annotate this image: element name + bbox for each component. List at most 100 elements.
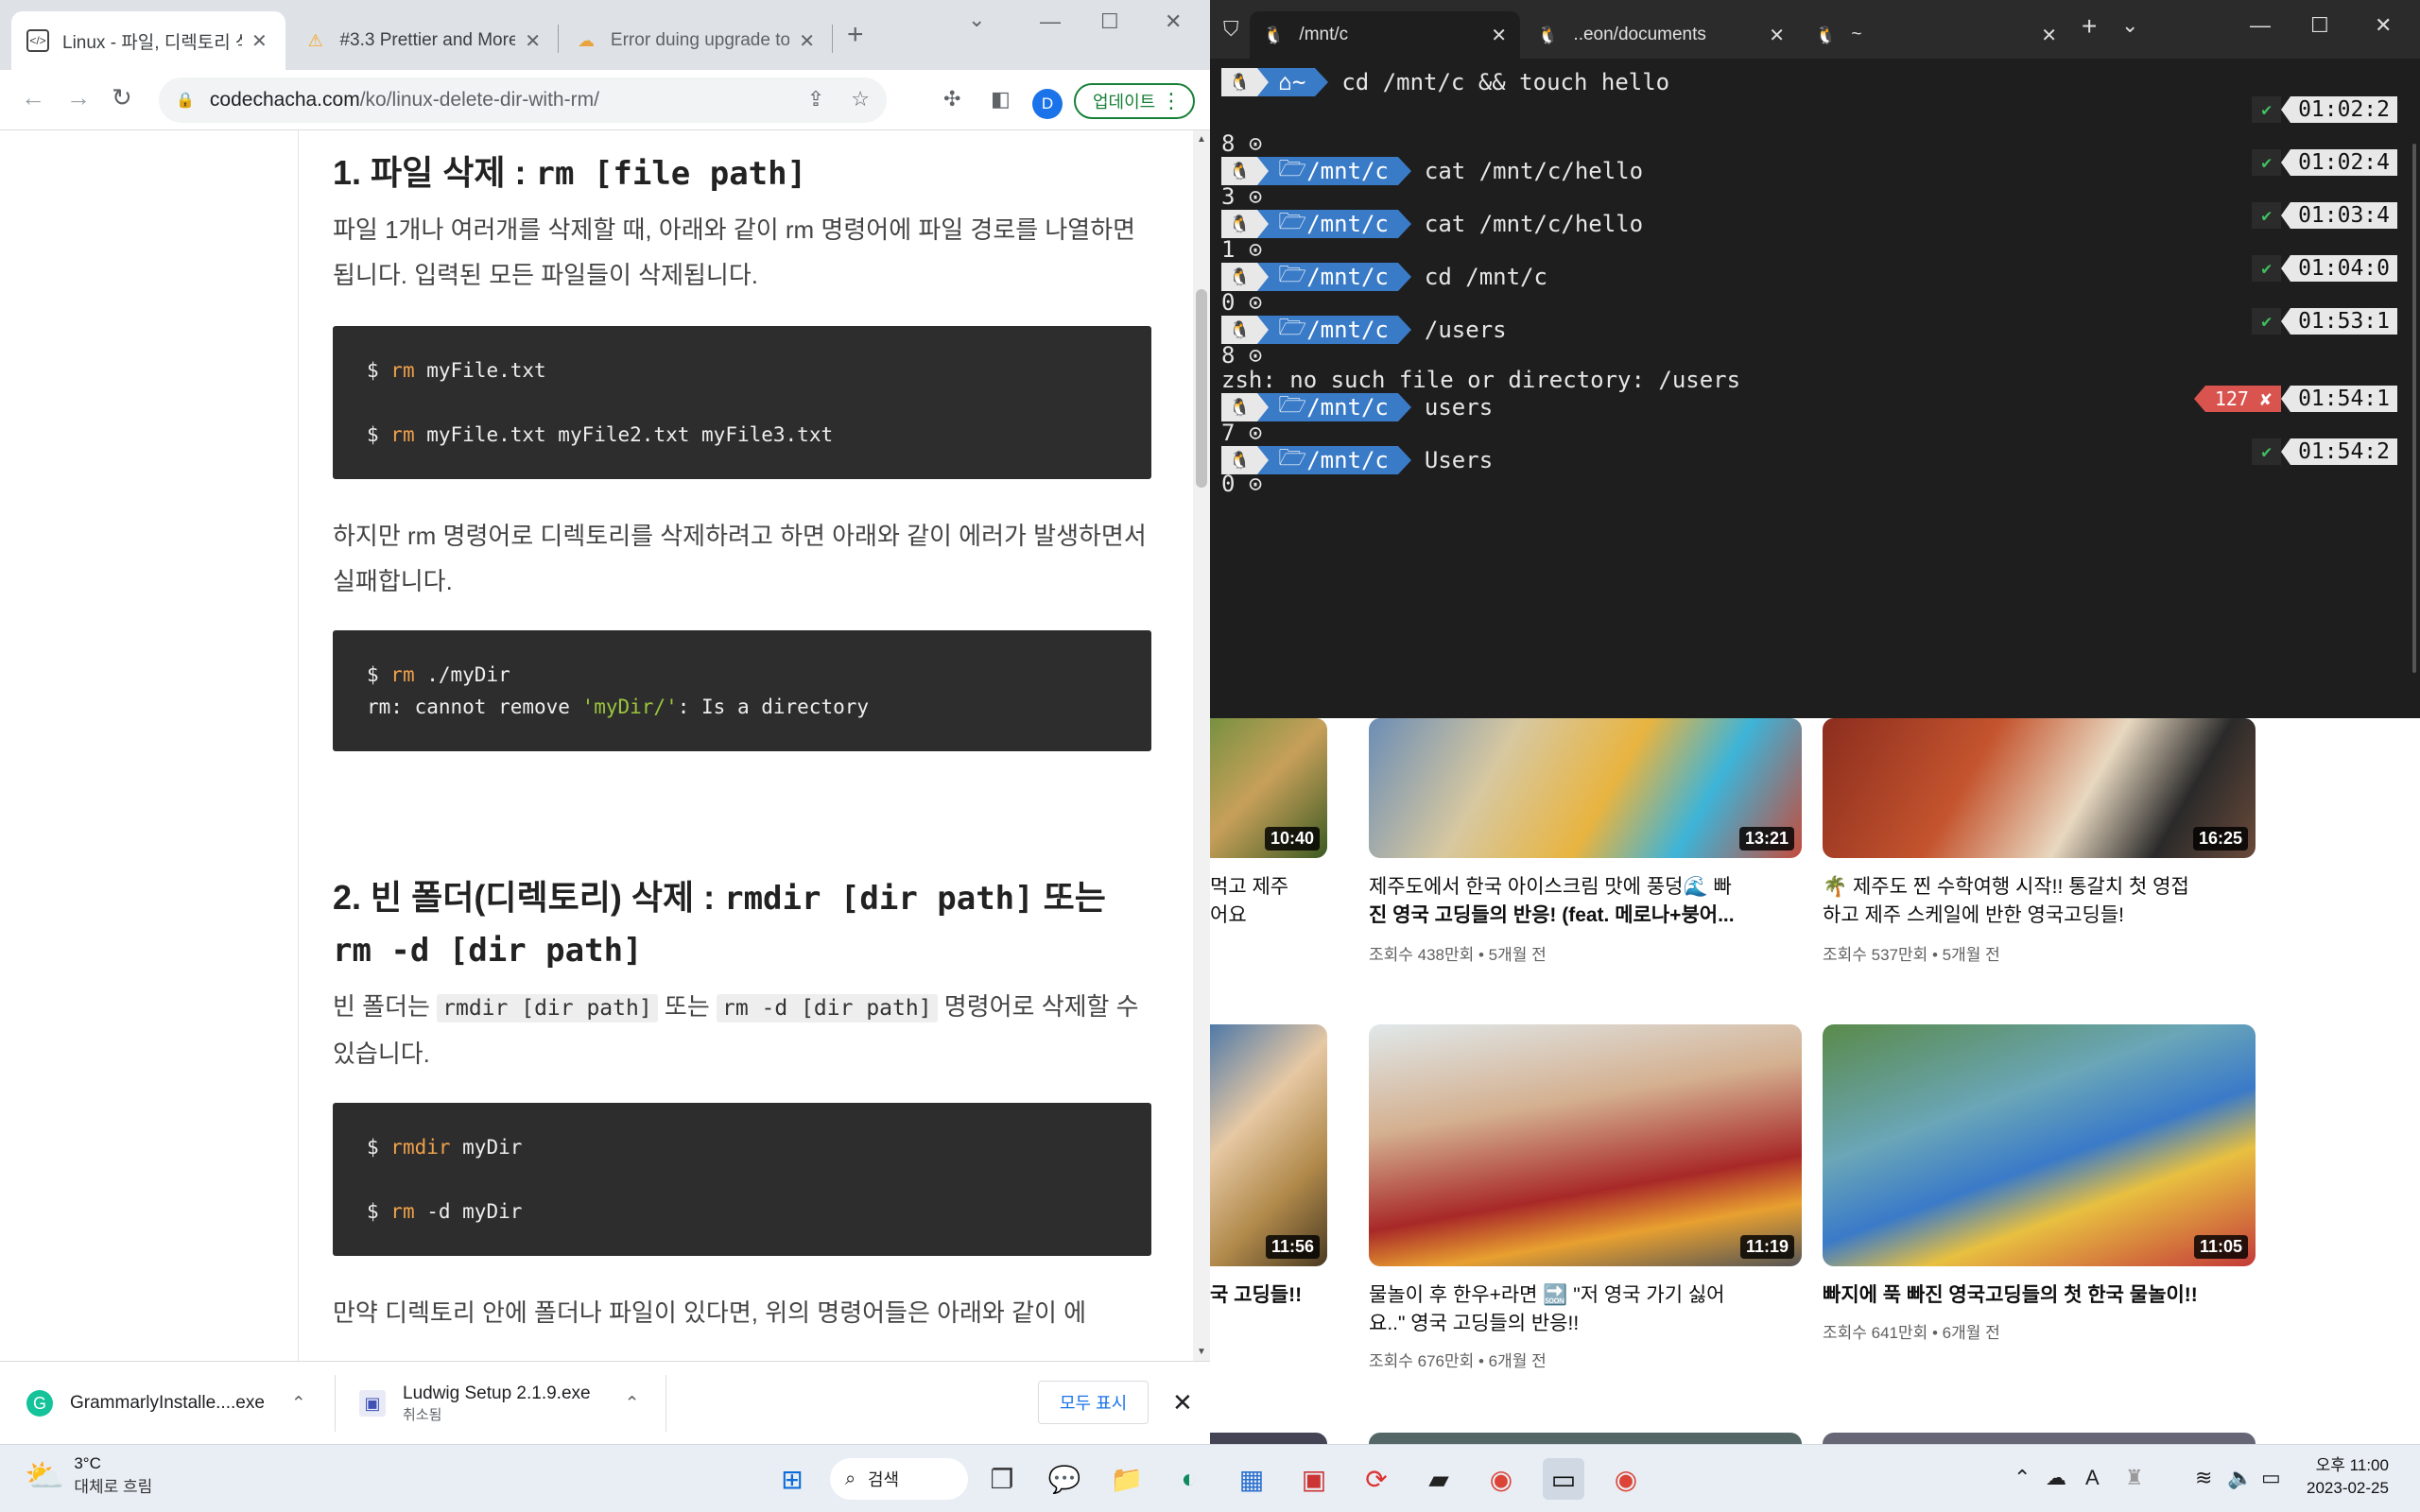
video-thumbnail[interactable]: 11:56 xyxy=(1210,1024,1327,1266)
task-view-icon[interactable]: ❐ xyxy=(981,1458,1023,1500)
linux-icon: 🐧 xyxy=(1263,25,1285,44)
download-item[interactable]: ▣ Ludwig Setup 2.1.9.exe 취소됨 ⌃ xyxy=(359,1362,662,1445)
scroll-up-icon[interactable]: ▲ xyxy=(1197,134,1206,145)
store-icon[interactable]: ▦ xyxy=(1231,1458,1272,1500)
video-title[interactable]: 먹고 제주 어요 xyxy=(1210,873,1327,930)
youtube-window: 10:40 먹고 제주 어요 13:21 제주도에서 한국 아이스크림 맛에 풍덩… xyxy=(1210,718,2420,1444)
clock-icon: ⊙ xyxy=(1248,236,1263,263)
share-icon[interactable]: ⇪ xyxy=(807,87,824,112)
chevron-up-icon[interactable]: ⌃ xyxy=(291,1393,306,1415)
notes-app-icon[interactable]: ▰ xyxy=(1418,1458,1460,1500)
new-tab-icon[interactable]: + xyxy=(847,19,864,51)
terminal-output[interactable]: 🐧 ⌂ ~ cd /mnt/c && touch hello ✔ 01:02:2 … xyxy=(1210,59,2420,718)
tab-separator xyxy=(832,25,833,53)
prompt-line: 🐧 🗁 /mnt/c /users xyxy=(1221,314,1507,344)
close-window-icon[interactable]: ✕ xyxy=(2375,13,2392,38)
chrome-profile-icon[interactable]: ◉ xyxy=(1605,1458,1647,1500)
close-tab-icon[interactable]: ✕ xyxy=(1769,24,1785,47)
exec-count-line: 8 ⊙ xyxy=(1221,342,1263,369)
video-thumbnail[interactable]: 11:19 xyxy=(1369,1024,1802,1266)
video-title[interactable]: 빠지에 푹 빠진 영국고딩들의 첫 한국 물놀이!! xyxy=(1823,1281,2267,1310)
scroll-thumb[interactable] xyxy=(1196,289,1207,488)
minimize-icon[interactable]: — xyxy=(2250,13,2271,38)
profile-avatar[interactable]: D xyxy=(1032,89,1063,119)
success-check-icon: ✔ xyxy=(2252,96,2282,123)
maximize-icon[interactable]: ☐ xyxy=(1100,9,1119,34)
video-thumbnail[interactable] xyxy=(1369,1433,1802,1444)
terminal-tab-home[interactable]: 🐧 ~ ✕ xyxy=(1802,11,2070,59)
download-item[interactable]: G GrammarlyInstalle....exe ⌃ xyxy=(26,1362,329,1445)
video-thumbnail[interactable]: 11:05 xyxy=(1823,1024,2256,1266)
close-downloads-icon[interactable]: ✕ xyxy=(1172,1388,1193,1418)
code-icon: </> xyxy=(26,29,49,52)
minimize-icon[interactable]: — xyxy=(1040,9,1061,34)
show-all-downloads-button[interactable]: 모두 표시 xyxy=(1038,1381,1150,1424)
video-thumbnail[interactable]: 16:25 xyxy=(1823,718,2256,858)
code-block: $ rmdir myDir $ rm -d myDir xyxy=(333,1103,1151,1256)
clock[interactable]: 오후 11:00 2023-02-25 xyxy=(2307,1454,2389,1500)
folder-icon: 🗁 xyxy=(1278,390,1307,418)
linux-icon: 🐧 xyxy=(1221,393,1258,421)
paragraph: 파일 1개나 여러개를 삭제할 때, 아래와 같이 rm 명령어에 파일 경로를… xyxy=(333,215,1136,289)
battery-icon[interactable]: ▭ xyxy=(2261,1466,2281,1490)
new-tab-icon[interactable]: + xyxy=(2082,11,2097,42)
maximize-icon[interactable]: ☐ xyxy=(2310,13,2329,38)
terminal-tab-documents[interactable]: 🐧 ..eon/documents ✕ xyxy=(1524,11,1798,59)
exec-count-line: 3 ⊙ xyxy=(1221,183,1263,210)
address-bar[interactable]: 🔒 codechacha.com/ko/linux-delete-dir-wit… xyxy=(159,77,887,123)
browser-tab-prettier[interactable]: ⚠ #3.3 Prettier and More ✕ xyxy=(289,11,556,70)
video-thumbnail[interactable]: 10:40 xyxy=(1210,718,1327,858)
bookmark-star-icon[interactable]: ☆ xyxy=(851,87,870,112)
taskbar-search[interactable]: ⌕ 검색 xyxy=(830,1458,968,1500)
chevron-down-icon[interactable]: ⌄ xyxy=(2121,13,2138,38)
reload-icon[interactable]: ↻ xyxy=(112,83,132,112)
close-tab-icon[interactable]: ✕ xyxy=(799,29,815,53)
right-prompt: ✔ 01:02:2 xyxy=(2252,96,2397,123)
video-title[interactable]: 국 고딩들!! xyxy=(1210,1281,1327,1310)
weather-widget[interactable]: ⛅ 3°C 대체로 흐림 xyxy=(25,1454,152,1497)
wifi-icon[interactable]: ≋ xyxy=(2195,1466,2212,1490)
close-window-icon[interactable]: ✕ xyxy=(1165,9,1182,34)
app-icon[interactable]: ▣ xyxy=(1293,1458,1335,1500)
video-thumbnail[interactable]: 13:21 xyxy=(1369,718,1802,858)
browser-tab-error[interactable]: ☁ Error duing upgrade to ✕ xyxy=(560,11,830,70)
file-explorer-icon[interactable]: 📁 xyxy=(1106,1458,1148,1500)
right-prompt: ✔ 01:53:1 xyxy=(2252,308,2397,335)
back-icon[interactable]: ← xyxy=(21,83,45,112)
edge-icon[interactable]: ◐ xyxy=(1168,1458,1210,1500)
tray-app-icon[interactable]: ♜ xyxy=(2125,1466,2144,1490)
right-prompt-error: 127 ✘ 01:54:1 xyxy=(2193,386,2397,412)
chevron-up-icon[interactable]: ⌃ xyxy=(2014,1466,2031,1490)
chat-icon[interactable]: 💬 xyxy=(1044,1458,1085,1500)
update-button[interactable]: 업데이트 ⋮ xyxy=(1074,83,1195,119)
font-icon[interactable]: A xyxy=(2085,1466,2100,1490)
video-thumbnail[interactable] xyxy=(1210,1433,1327,1444)
scroll-down-icon[interactable]: ▼ xyxy=(1197,1347,1206,1357)
heading-delete-file: 1. 파일 삭제 : rm [file path] xyxy=(333,153,807,193)
video-title[interactable]: 물놀이 후 한우+라면 🔜 "저 영국 가기 싫어 요.." 영국 고딩들의 반응… xyxy=(1369,1281,1813,1338)
paragraph: 만약 디렉토리 안에 폴더나 파일이 있다면, 위의 명령어들은 아래와 같이 … xyxy=(333,1298,1087,1327)
close-tab-icon[interactable]: ✕ xyxy=(251,29,268,53)
extensions-icon[interactable]: ✣ xyxy=(943,87,960,112)
page-scrollbar[interactable]: ▲ ▼ xyxy=(1193,130,1210,1361)
browser-tab-linux[interactable]: </> Linux - 파일, 디렉토리 삭제 ✕ xyxy=(11,11,285,70)
terminal-tab-mnt-c[interactable]: 🐧 /mnt/c ✕ xyxy=(1250,11,1520,59)
windows-start-icon[interactable]: ⊞ xyxy=(771,1458,813,1500)
close-tab-icon[interactable]: ✕ xyxy=(1491,24,1507,47)
video-thumbnail[interactable] xyxy=(1823,1433,2256,1444)
sync-app-icon[interactable]: ⟳ xyxy=(1356,1458,1397,1500)
volume-icon[interactable]: 🔈 xyxy=(2227,1466,2253,1490)
forward-icon[interactable]: → xyxy=(66,83,91,112)
video-title[interactable]: 🌴 제주도 찐 수학여행 시작!! 통갈치 첫 영접 하고 제주 스케일에 반한 … xyxy=(1823,873,2267,930)
chevron-down-icon[interactable]: ⌄ xyxy=(968,8,985,32)
close-tab-icon[interactable]: ✕ xyxy=(2041,24,2057,47)
onedrive-icon[interactable]: ☁ xyxy=(2046,1466,2066,1490)
chrome-icon[interactable]: ◉ xyxy=(1480,1458,1522,1500)
terminal-scrollbar[interactable] xyxy=(2412,144,2416,673)
chevron-up-icon[interactable]: ⌃ xyxy=(625,1393,640,1415)
menu-dots-icon: ⋮ xyxy=(1161,89,1182,112)
side-panel-icon[interactable]: ◧ xyxy=(991,87,1011,112)
terminal-icon[interactable]: ▭ xyxy=(1543,1458,1584,1500)
video-title[interactable]: 제주도에서 한국 아이스크림 맛에 풍덩🌊 빠진 영국 고딩들의 반응! (fe… xyxy=(1369,873,1813,930)
close-tab-icon[interactable]: ✕ xyxy=(525,29,541,53)
